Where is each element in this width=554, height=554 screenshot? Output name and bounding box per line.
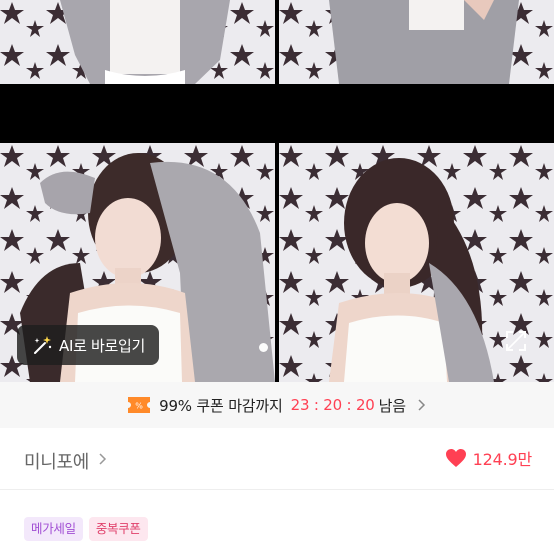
like-count: 124.9만 — [472, 450, 533, 469]
product-photo-top-right — [279, 0, 554, 84]
heart-icon — [445, 449, 466, 467]
like-button[interactable]: 124.9만 — [445, 446, 532, 470]
badge-mega-sale: 메가세일 — [24, 517, 83, 541]
store-info-row: 미니포에 124.9만 — [0, 428, 554, 490]
svg-text:%: % — [135, 402, 143, 411]
coupon-text: 99% 쿠폰 마감까지 — [159, 396, 283, 415]
chevron-right-icon — [418, 399, 425, 411]
store-name-link[interactable]: 미니포에 — [24, 448, 89, 474]
ai-try-on-button[interactable]: AI로 바로입기 — [17, 325, 159, 365]
expand-icon[interactable] — [504, 329, 528, 353]
coupon-countdown-banner[interactable]: % 99% 쿠폰 마감까지 23 : 20 : 20 남음 — [0, 382, 554, 428]
promo-badges: 메가세일 중복쿠폰 — [24, 517, 148, 541]
badge-stack-coupon: 중복쿠폰 — [88, 517, 148, 541]
product-photo-top-left — [0, 0, 275, 84]
ai-try-on-label: AI로 바로입기 — [59, 336, 146, 355]
gallery-page-indicator — [259, 343, 268, 352]
product-image-gallery[interactable]: AI로 바로입기 — [0, 0, 554, 382]
magic-wand-icon — [34, 336, 52, 354]
coupon-icon: % — [128, 397, 151, 413]
chevron-right-icon[interactable] — [98, 452, 107, 466]
coupon-suffix: 남음 — [378, 396, 406, 415]
coupon-timer: 23 : 20 : 20 — [290, 396, 375, 414]
